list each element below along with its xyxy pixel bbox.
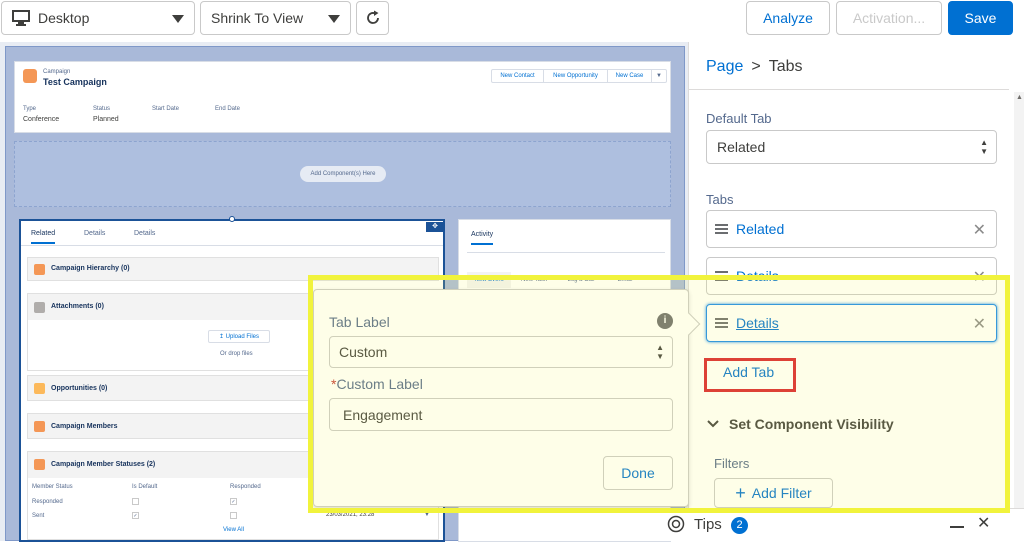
tabs-label: Tabs [706,192,734,207]
record-type: Campaign [43,69,71,75]
field-label-type: Type [23,106,37,112]
add-component-button[interactable]: Add Component(s) Here [300,166,386,182]
device-select[interactable]: Desktop [1,1,195,35]
check-icon: ✓ [230,498,237,505]
campaign-icon [34,264,45,275]
field-label-start-date: Start Date [152,106,180,112]
field-label-status: Status [93,106,111,112]
canvas-tab-related[interactable]: Related [31,230,56,244]
view-select-value: Shrink To View [211,10,304,26]
check-icon: ✓ [132,512,139,519]
column-header: Member Status [32,484,73,490]
tab-item-related[interactable]: Related ✕ [706,210,997,248]
refresh-icon [366,10,379,24]
field-value-type: Conference [23,116,60,123]
save-button[interactable]: Save [948,1,1013,35]
panel-scrollbar[interactable]: ▲ ▼ [1014,92,1024,532]
canvas-tab-details-2[interactable]: Details [134,230,155,237]
component-toolbar[interactable]: ✥ [426,222,444,232]
tips-count-badge: 2 [731,517,748,534]
action-buttons: New Contact New Opportunity New Case ▼ [491,69,667,83]
activity-tab[interactable]: Activity [471,231,494,245]
related-list-title: Opportunities (0) [51,385,108,392]
field-label-end-date: End Date [215,106,241,112]
lifebuoy-icon [667,515,685,533]
resize-handle[interactable] [229,216,235,222]
status-row-label: Sent [32,513,45,519]
breadcrumb-separator: > [751,58,761,75]
default-tab-label: Default Tab [706,111,772,126]
new-opportunity-button[interactable]: New Opportunity [544,70,608,82]
campaign-icon [34,459,45,470]
chevron-down-icon [172,15,184,23]
status-row-label: Responded [32,499,63,505]
field-value-status: Planned [93,116,119,123]
component-drop-zone[interactable]: Add Component(s) Here [14,141,671,207]
breadcrumb: Page > Tabs [706,58,803,76]
view-select[interactable]: Shrink To View [200,1,351,35]
breadcrumb-current: Tabs [768,58,803,75]
tab-divider [467,252,665,253]
analyze-button[interactable]: Analyze [746,1,830,35]
builder-toolbar: Desktop Shrink To View Analyze Activatio… [0,0,1024,42]
campaign-icon [23,69,37,83]
checkbox [132,498,139,505]
tips-label: Tips [694,516,722,533]
scroll-up-icon[interactable]: ▲ [1016,94,1023,101]
desktop-icon [12,10,30,26]
default-tab-value: Related [717,139,766,155]
drop-files-hint: Or drop files [220,351,253,357]
view-all-link[interactable]: View All [223,527,244,533]
related-list-title: Attachments (0) [51,303,104,310]
column-header: Is Default [132,484,158,490]
checkbox [230,512,237,519]
panel-divider [689,89,1009,90]
highlights-panel[interactable]: Campaign Test Campaign New Contact New O… [14,61,671,133]
minimize-icon[interactable] [950,526,964,528]
chevron-down-icon [328,15,340,23]
drag-handle-icon[interactable] [715,224,728,234]
select-arrows-icon: ▲ ▼ [980,138,988,156]
canvas-tab-details[interactable]: Details [84,230,105,237]
refresh-button[interactable] [356,1,389,35]
opportunity-icon [34,383,45,394]
breadcrumb-page[interactable]: Page [706,58,743,76]
close-icon[interactable]: ✕ [977,513,990,533]
related-list-title: Campaign Member Statuses (2) [51,461,156,468]
campaign-icon [34,421,45,432]
upload-files-button[interactable]: ↥ Upload Files [208,330,270,343]
default-tab-select[interactable]: Related ▲ ▼ [706,130,997,164]
more-actions-icon[interactable]: ▼ [652,70,666,82]
related-list-title: Campaign Hierarchy (0) [51,265,130,272]
tab-item-label[interactable]: Related [736,221,784,237]
related-list-title: Campaign Members [51,423,118,430]
upload-files-label: Upload Files [225,334,260,340]
column-header: Responded [230,484,261,490]
record-name: Test Campaign [43,77,107,87]
attachment-icon [34,302,45,313]
new-contact-button[interactable]: New Contact [492,70,544,82]
yellow-highlight [308,275,1010,513]
tab-divider [21,245,443,246]
close-icon[interactable]: ✕ [973,220,986,240]
new-case-button[interactable]: New Case [608,70,652,82]
activation-button[interactable]: Activation... [836,1,942,35]
device-select-value: Desktop [38,10,90,26]
